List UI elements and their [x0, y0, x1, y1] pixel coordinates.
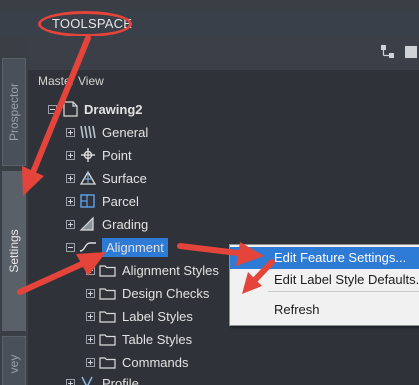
alignment-icon [79, 242, 96, 252]
tree-child-label: Table Styles [122, 331, 193, 347]
tree-item-surface[interactable]: Surface [66, 167, 147, 189]
folder-icon [99, 334, 116, 346]
tree-item-label: Point [102, 147, 132, 163]
tab-settings-label: Settings [7, 229, 21, 273]
folder-icon [99, 311, 116, 323]
menu-item-edit-feature-settings[interactable]: Edit Feature Settings... [230, 247, 419, 269]
tree-item-parcel[interactable]: Parcel [66, 190, 139, 212]
folder-icon [99, 288, 116, 300]
panel-menu-icon[interactable] [403, 44, 419, 60]
tree-item-point[interactable]: Point [66, 144, 132, 166]
tree-child-table-styles[interactable]: Table Styles [86, 328, 192, 350]
tab-prospector-label: Prospector [7, 82, 21, 142]
tree-child-label: Design Checks [122, 285, 210, 301]
expand-icon[interactable] [86, 288, 95, 298]
expand-icon[interactable] [66, 127, 75, 137]
tab-survey-label: vey [7, 354, 21, 373]
tree-root-label: Drawing2 [84, 101, 143, 117]
tree-item-alignment[interactable]: Alignment [66, 236, 168, 258]
window-top-strip [0, 0, 419, 10]
title-highlight-ring [38, 11, 132, 37]
tree-item-general[interactable]: General [66, 121, 148, 143]
tree-child-design-checks[interactable]: Design Checks [86, 282, 209, 304]
folder-icon [99, 357, 116, 369]
tree-item-label: Parcel [102, 193, 139, 209]
collapse-icon[interactable] [48, 104, 57, 114]
tree-toggle-icon[interactable] [380, 44, 396, 60]
panel-header: Master View [38, 74, 104, 88]
tree-child-label: Label Styles [122, 308, 193, 324]
drawing-icon [63, 101, 78, 117]
tab-survey[interactable]: vey [2, 336, 26, 385]
tree-child-label: Commands [122, 354, 189, 370]
tab-settings[interactable]: Settings [2, 171, 26, 331]
tree-root-drawing[interactable]: Drawing2 [48, 98, 143, 120]
tree-item-label-selected: Alignment [102, 237, 168, 257]
collapse-icon[interactable] [66, 242, 75, 252]
toolbar [0, 36, 419, 70]
toolspace-window: TOOLSPACE Prospector Settings vey Master… [0, 0, 419, 385]
tree-item-label: General [102, 124, 149, 140]
grading-icon [79, 216, 94, 231]
expand-icon[interactable] [86, 334, 95, 344]
expand-icon[interactable] [66, 150, 75, 160]
expand-icon[interactable] [66, 378, 75, 385]
menu-item-edit-label-style-defaults[interactable]: Edit Label Style Defaults... [230, 269, 419, 291]
vertical-tab-strip: Prospector Settings vey [0, 36, 28, 385]
general-icon [80, 125, 96, 139]
parcel-icon [80, 194, 95, 208]
tree-item-grading[interactable]: Grading [66, 213, 148, 235]
expand-icon[interactable] [66, 196, 75, 206]
expand-icon[interactable] [86, 265, 95, 275]
menu-item-refresh[interactable]: Refresh [230, 299, 419, 321]
tree-item-label: Grading [102, 216, 149, 232]
expand-icon[interactable] [66, 219, 75, 229]
menu-separator [268, 291, 419, 292]
tree-item-label: Profile [102, 375, 139, 385]
expand-icon[interactable] [86, 357, 95, 367]
surface-icon [79, 170, 97, 185]
expand-icon[interactable] [86, 311, 95, 321]
context-menu: Edit Feature Settings... Edit Label Styl… [229, 244, 419, 326]
tree-child-label: Alignment Styles [122, 262, 219, 278]
tree-child-label-styles[interactable]: Label Styles [86, 305, 193, 327]
tree-item-profile[interactable]: Profile [66, 372, 139, 385]
tree-child-commands[interactable]: Commands [86, 351, 188, 373]
expand-icon[interactable] [66, 173, 75, 183]
folder-icon [99, 265, 116, 277]
title-bar: TOOLSPACE [0, 10, 419, 37]
tree-item-label: Surface [102, 170, 147, 186]
tab-prospector[interactable]: Prospector [2, 58, 26, 166]
tree-child-alignment-styles[interactable]: Alignment Styles [86, 259, 219, 281]
point-icon [81, 148, 95, 162]
profile-icon [81, 376, 93, 385]
settings-tree-panel: Master View Drawing2 General Point Surfa… [28, 70, 419, 385]
